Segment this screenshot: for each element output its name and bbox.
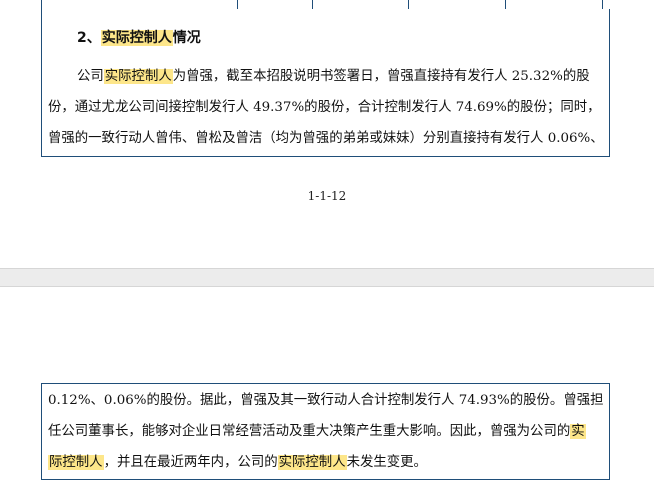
text-run: 0.12%、0.06%的股份。据此，曾强及其一致行动人合计控制发行人 74.93… (48, 393, 604, 408)
search-highlight: 际控制人 (48, 455, 104, 470)
text-run: 公司 (77, 69, 104, 84)
table-cell (237, 0, 238, 9)
paragraph-line: 0.12%、0.06%的股份。据此，曾强及其一致行动人合计控制发行人 74.93… (48, 385, 604, 416)
page-number: 1-1-12 (307, 189, 347, 203)
text-run: ，并且在最近两年内，公司的 (103, 455, 278, 470)
search-highlight: 实际控制人 (103, 69, 173, 84)
search-highlight: 实际控制人 (277, 455, 347, 470)
text-run: 任公司董事长，能够对企业日常经营活动及重大决策产生重大影响。因此，曾强为公司的 (48, 424, 571, 439)
text-run: 未发生变更。 (346, 455, 427, 470)
paragraph-line: 份，通过尤龙公司间接控制发行人 49.37%的股份，合计控制发行人 74.69%… (48, 92, 601, 123)
search-highlight: 实际控制人 (100, 30, 173, 46)
paragraph-line: 际控制人，并且在最近两年内，公司的实际控制人未发生变更。 (48, 447, 427, 478)
section-title-rest: 情况 (172, 30, 201, 46)
section-heading: 2、实际控制人情况 (77, 27, 201, 47)
page-separator (0, 268, 654, 287)
content-box-lower: 0.12%、0.06%的股份。据此，曾强及其一致行动人合计控制发行人 74.93… (41, 383, 610, 480)
table-cell (505, 0, 506, 9)
paragraph-line: 公司实际控制人为曾强，截至本招股说明书签署日，曾强直接持有发行人 25.32%的… (77, 61, 590, 92)
document-page-upper: 2、实际控制人情况 公司实际控制人为曾强，截至本招股说明书签署日，曾强直接持有发… (0, 0, 654, 268)
table-cell (312, 0, 313, 9)
text-run: 曾强的一致行动人曾伟、曾松及曾洁（均为曾强的弟弟或妹妹）分别直接持有发行人 0.… (48, 131, 604, 146)
paragraph-line: 曾强的一致行动人曾伟、曾松及曾洁（均为曾强的弟弟或妹妹）分别直接持有发行人 0.… (48, 123, 604, 154)
content-box-upper: 2、实际控制人情况 公司实际控制人为曾强，截至本招股说明书签署日，曾强直接持有发… (41, 9, 610, 157)
paragraph-line: 任公司董事长，能够对企业日常经营活动及重大决策产生重大影响。因此，曾强为公司的实 (48, 416, 586, 447)
text-run: 为曾强，截至本招股说明书签署日，曾强直接持有发行人 25.32%的股 (172, 69, 590, 84)
section-number: 2、 (77, 30, 101, 46)
table-cell (408, 0, 409, 9)
search-highlight: 实 (570, 424, 586, 439)
text-run: 份，通过尤龙公司间接控制发行人 49.37%的股份，合计控制发行人 74.69%… (48, 100, 601, 115)
